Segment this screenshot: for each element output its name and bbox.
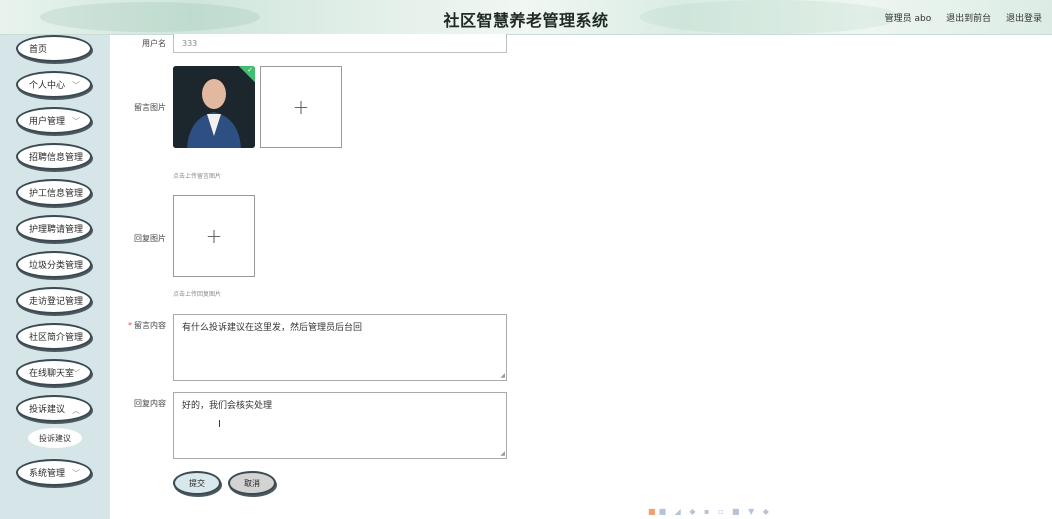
sidebar-item-label: 护理聘请管理 bbox=[29, 225, 84, 235]
message-content-label-text: 留言内容 bbox=[134, 321, 166, 330]
sidebar-item-home[interactable]: 首页 bbox=[16, 35, 92, 62]
username-label: 用户名 bbox=[142, 39, 166, 48]
sidebar-item-label: 招聘信息管理 bbox=[29, 153, 84, 163]
cancel-button[interactable]: 取消 bbox=[228, 471, 276, 495]
user-label: 管理员 abo bbox=[884, 14, 932, 24]
resize-handle-icon[interactable]: ◢ bbox=[500, 450, 505, 457]
sidebar-item-visit-registration[interactable]: 走访登记管理 bbox=[16, 287, 92, 314]
message-image-hint: 点击上传留言图片 bbox=[173, 173, 222, 180]
submit-button[interactable]: 提交 bbox=[173, 471, 221, 495]
header-links: 管理员 abo 退出到前台 退出登录 bbox=[873, 11, 1042, 24]
chevron-down-icon: ﹀ bbox=[72, 81, 80, 90]
sidebar-subitem-complaints[interactable]: 投诉建议 bbox=[28, 428, 82, 448]
message-content-label: * 留言内容 bbox=[106, 320, 166, 331]
logout-link[interactable]: 退出登录 bbox=[1006, 14, 1042, 24]
reply-image-hint: 点击上传回复图片 bbox=[173, 291, 222, 298]
resize-handle-icon[interactable]: ◢ bbox=[500, 372, 505, 379]
message-content-text: 有什么投诉建议在这里发，然后管理员后台回 bbox=[182, 323, 363, 333]
sidebar-item-personal-center[interactable]: 个人中心 ﹀ bbox=[16, 71, 92, 98]
sidebar-item-label: 护工信息管理 bbox=[29, 189, 84, 199]
ime-icon: ■ bbox=[648, 507, 659, 516]
sidebar-item-chat-room[interactable]: 在线聊天室 ﹀ bbox=[16, 359, 92, 386]
input-method-toolbar: ■■ ◢ ◆ ▪ ▫ ■ ▼ ◆ bbox=[648, 507, 772, 516]
sidebar: 首页 个人中心 ﹀ 用户管理 ﹀ 招聘信息管理 护工信息管理 护理聘请管理 垃圾分类… bbox=[0, 35, 110, 519]
sidebar-item-care-hiring[interactable]: 护理聘请管理 bbox=[16, 215, 92, 242]
text-cursor-icon: I bbox=[218, 419, 221, 430]
sidebar-item-label: 走访登记管理 bbox=[29, 297, 84, 307]
avatar-photo bbox=[173, 66, 255, 148]
sidebar-item-system-management[interactable]: 系统管理 ﹀ bbox=[16, 459, 92, 486]
sidebar-item-garbage-sorting[interactable]: 垃圾分类管理 bbox=[16, 251, 92, 278]
sidebar-item-user-management[interactable]: 用户管理 ﹀ bbox=[16, 107, 92, 134]
reply-content-textarea[interactable]: 好的，我们会核实处理 ◢ bbox=[173, 392, 507, 459]
sidebar-item-label: 投诉建议 bbox=[29, 405, 66, 415]
chevron-down-icon: ﹀ bbox=[72, 117, 80, 126]
sidebar-item-label: 个人中心 bbox=[29, 81, 66, 91]
reply-image-upload-button[interactable]: + bbox=[173, 195, 255, 277]
sidebar-item-label: 系统管理 bbox=[29, 469, 66, 479]
top-header: 社区智慧养老管理系统 管理员 abo 退出到前台 退出登录 bbox=[0, 0, 1052, 35]
chevron-down-icon: ﹀ bbox=[72, 469, 80, 478]
chevron-up-icon: ﹀ bbox=[72, 405, 80, 414]
chevron-down-icon: ﹀ bbox=[72, 369, 80, 378]
sidebar-item-label: 首页 bbox=[29, 45, 48, 55]
sidebar-item-complaints[interactable]: 投诉建议 ﹀ bbox=[16, 395, 92, 422]
sidebar-item-label: 用户管理 bbox=[29, 117, 66, 127]
sidebar-item-label: 在线聊天室 bbox=[29, 369, 75, 379]
sidebar-item-label: 垃圾分类管理 bbox=[29, 261, 84, 271]
message-content-textarea[interactable]: 有什么投诉建议在这里发，然后管理员后台回 ◢ bbox=[173, 314, 507, 381]
plus-icon: + bbox=[292, 95, 310, 119]
message-image-upload-button[interactable]: + bbox=[260, 66, 342, 148]
uploaded-message-image[interactable]: ✓ bbox=[173, 66, 255, 148]
reply-image-label: 回复图片 bbox=[134, 234, 166, 243]
back-to-front-link[interactable]: 退出到前台 bbox=[946, 14, 991, 24]
message-image-label: 留言图片 bbox=[134, 103, 166, 112]
required-asterisk: * bbox=[128, 321, 132, 330]
sidebar-item-recruitment[interactable]: 招聘信息管理 bbox=[16, 143, 92, 170]
check-icon: ✓ bbox=[247, 66, 253, 74]
reply-content-text: 好的，我们会核实处理 bbox=[182, 401, 273, 411]
plus-icon: + bbox=[205, 224, 223, 248]
sidebar-item-caregiver[interactable]: 护工信息管理 bbox=[16, 179, 92, 206]
sidebar-item-community-intro[interactable]: 社区简介管理 bbox=[16, 323, 92, 350]
username-field[interactable]: 333 bbox=[173, 34, 507, 53]
ime-icon: ■ ◢ ◆ ▪ ▫ ■ ▼ ◆ bbox=[658, 507, 772, 516]
reply-content-label: 回复内容 bbox=[134, 399, 166, 408]
sidebar-item-label: 社区简介管理 bbox=[29, 333, 84, 343]
